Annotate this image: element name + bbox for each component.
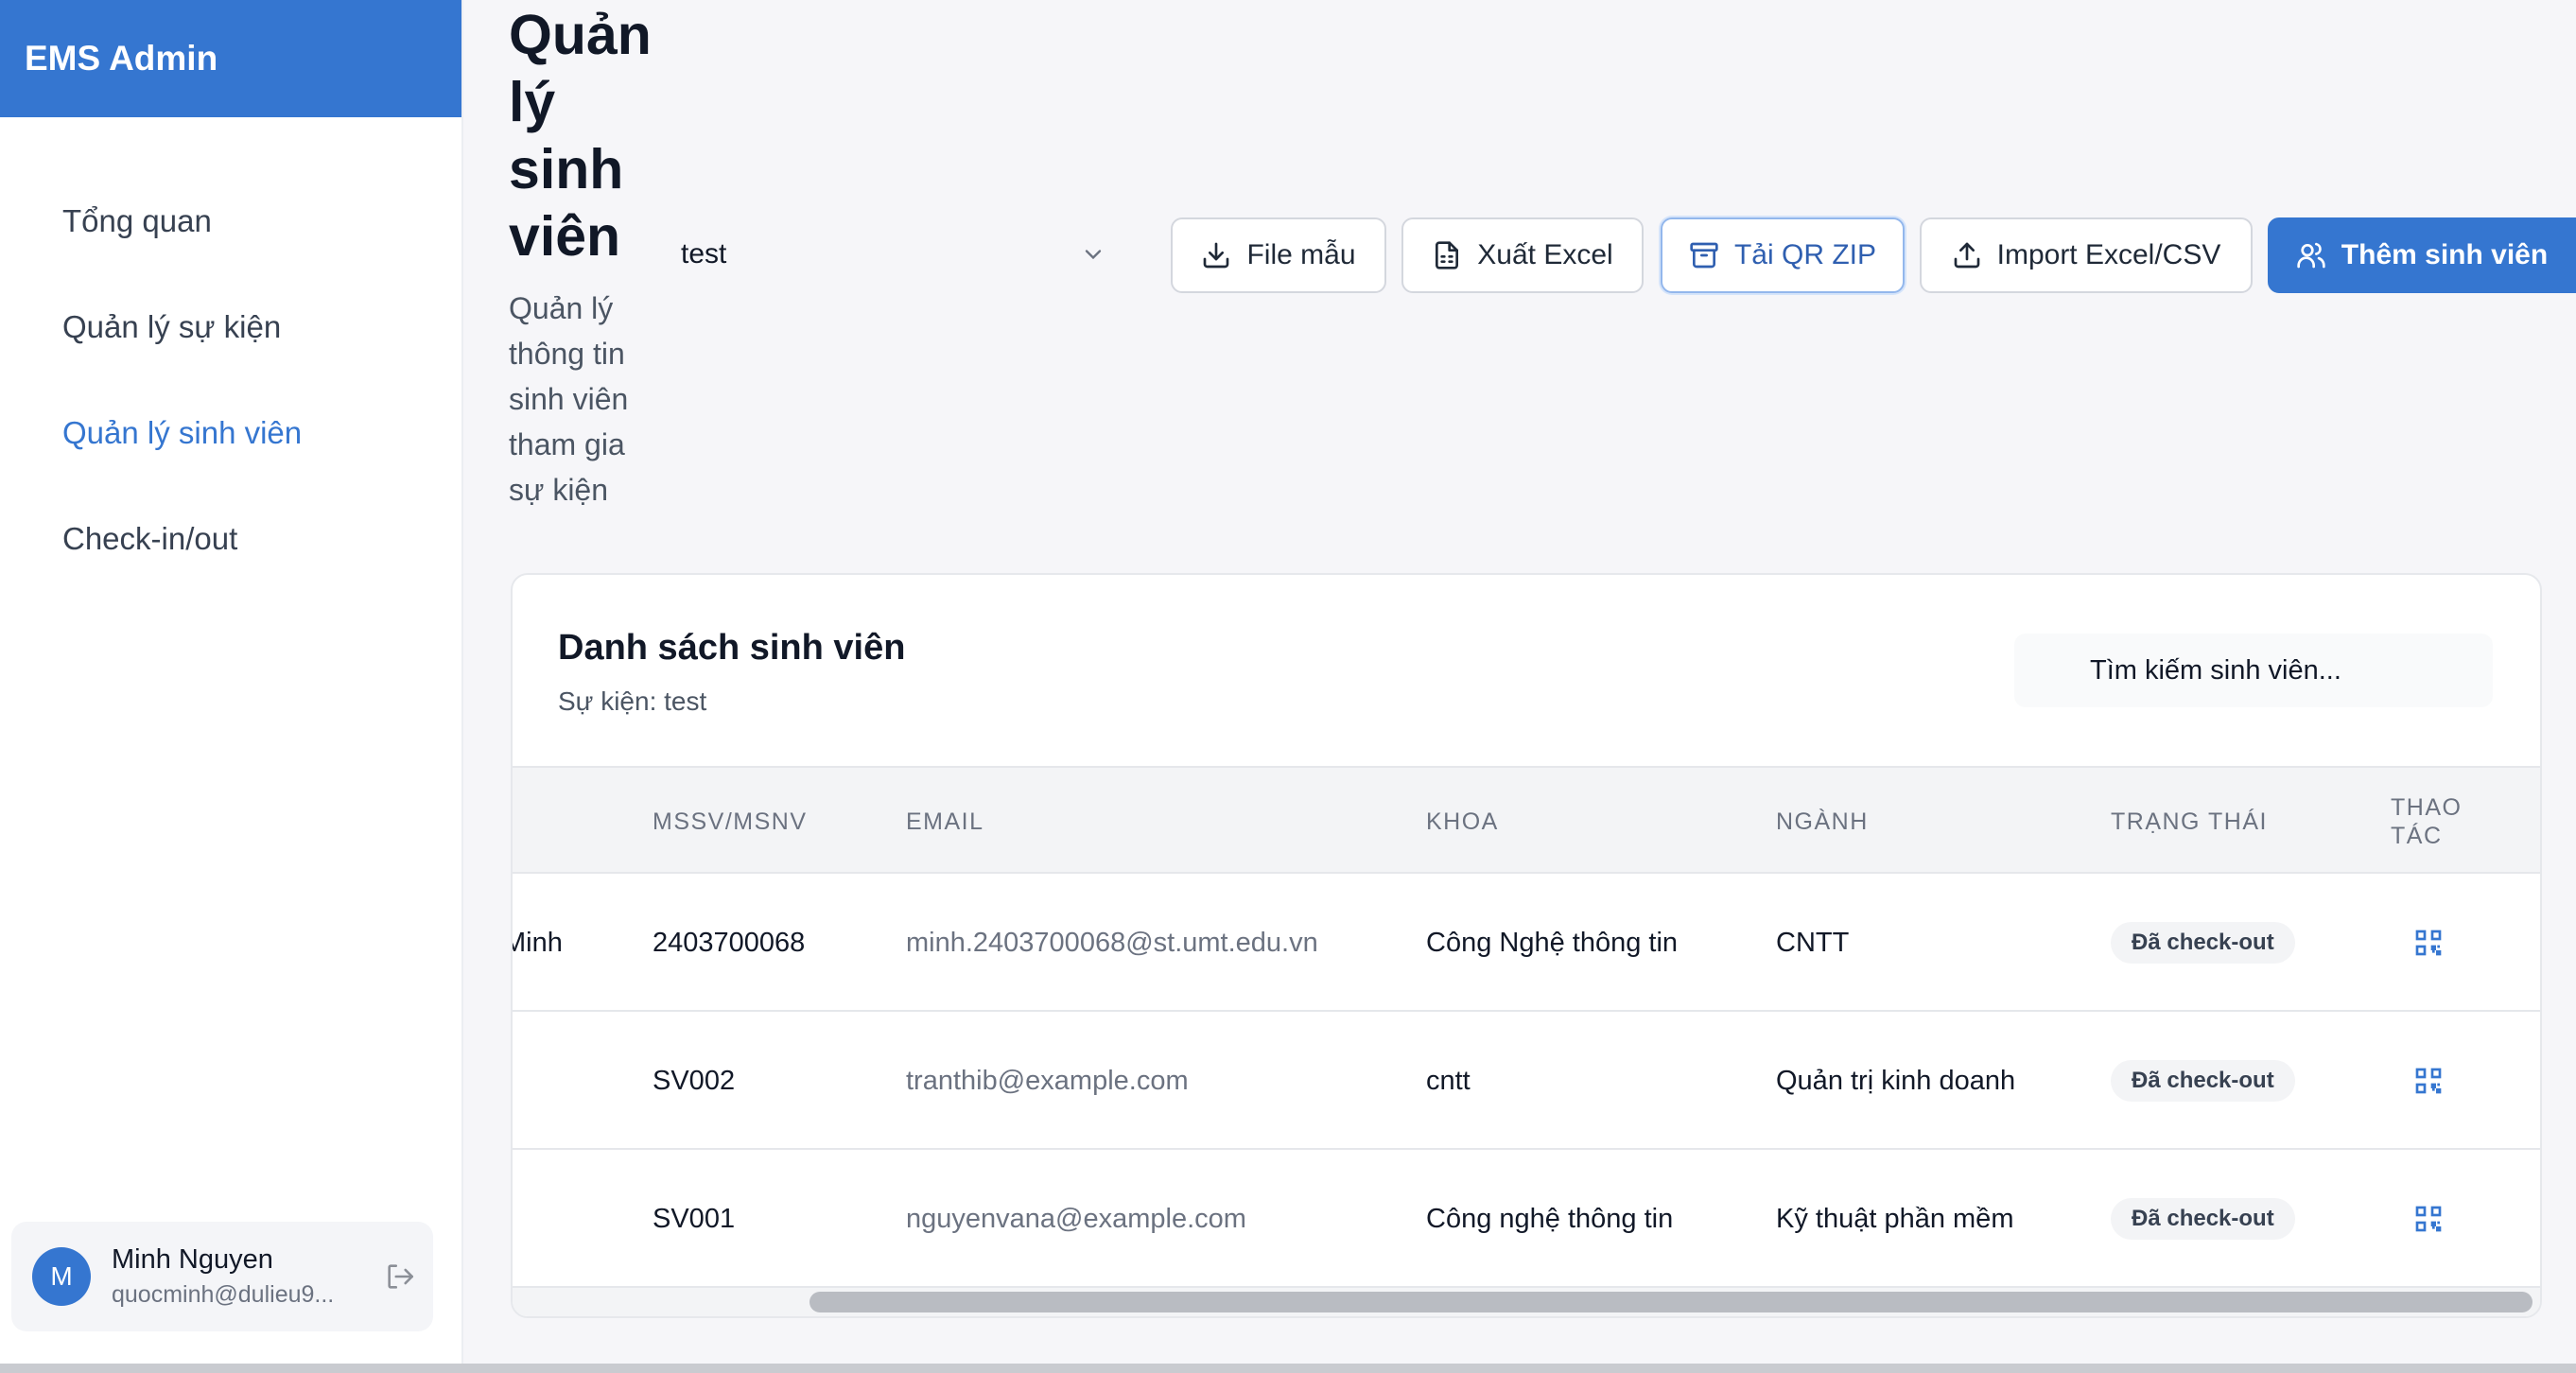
- column-header-status[interactable]: TRẠNG THÁI: [2111, 768, 2268, 876]
- cell-email: nguyenvana@example.com: [906, 1203, 1246, 1234]
- card-subtitle: Sự kiện: test: [558, 686, 707, 716]
- table-header: MSSV/MSNV EMAIL KHOA NGÀNH TRẠNG THÁI TH…: [513, 766, 2540, 874]
- cell-major: Quản trị kinh doanh: [1776, 1065, 2016, 1096]
- user-name: Minh Nguyen: [112, 1244, 273, 1275]
- chevron-down-icon: [1085, 250, 1102, 260]
- cell-major: CNTT: [1776, 927, 1850, 958]
- status-badge: Đã check-out: [2111, 1060, 2295, 1102]
- column-header-major[interactable]: NGÀNH: [1776, 768, 1869, 876]
- users-icon: [2297, 242, 2325, 269]
- table-row[interactable]: SV002 tranthib@example.com cntt Quản trị…: [513, 1012, 2540, 1150]
- import-excel-csv-button[interactable]: Import Excel/CSV: [1920, 217, 2253, 293]
- sidebar-item-students[interactable]: Quản lý sinh viên: [0, 380, 461, 486]
- add-student-button[interactable]: Thêm sinh viên: [2268, 217, 2576, 293]
- cell-status: Đã check-out: [2111, 874, 2295, 1012]
- event-select[interactable]: test: [681, 219, 1116, 289]
- table-row[interactable]: Minh 2403700068 minh.2403700068@st.umt.e…: [513, 874, 2540, 1012]
- brand-logo[interactable]: EMS Admin: [0, 0, 461, 117]
- cell-id: SV001: [653, 1203, 736, 1234]
- cell-faculty: Công Nghệ thông tin: [1426, 927, 1679, 958]
- download-qr-zip-button[interactable]: Tải QR ZIP: [1661, 217, 1905, 293]
- cell-faculty: cntt: [1426, 1065, 1471, 1096]
- table-row[interactable]: SV001 nguyenvana@example.com Công nghệ t…: [513, 1150, 2540, 1288]
- column-header-email[interactable]: EMAIL: [906, 768, 984, 876]
- cell-id: 2403700068: [653, 927, 806, 958]
- download-template-label: File mẫu: [1246, 239, 1356, 270]
- export-excel-label: Xuất Excel: [1477, 239, 1613, 270]
- user-info: Minh Nguyen quocminh@dulieu9...: [112, 1244, 357, 1309]
- event-select-value: test: [681, 238, 727, 269]
- qr-code-icon[interactable]: [2413, 1204, 2444, 1234]
- cell-actions: [2413, 1150, 2444, 1288]
- cell-id: SV002: [653, 1065, 736, 1096]
- column-header-faculty[interactable]: KHOA: [1426, 768, 1499, 876]
- column-header-id[interactable]: MSSV/MSNV: [653, 768, 808, 876]
- sidebar-item-overview[interactable]: Tổng quan: [0, 168, 461, 274]
- student-list-card: Danh sách sinh viên Sự kiện: test Tìm ki…: [511, 573, 2542, 1318]
- download-template-button[interactable]: File mẫu: [1171, 217, 1386, 293]
- download-icon: [1204, 242, 1229, 269]
- download-qr-zip-label: Tải QR ZIP: [1733, 239, 1876, 270]
- cell-actions: [2413, 1012, 2444, 1150]
- qr-code-icon[interactable]: [2413, 1066, 2444, 1096]
- spreadsheet-icon: [1436, 241, 1459, 269]
- archive-icon: [1690, 242, 1718, 269]
- status-badge: Đã check-out: [2111, 1198, 2295, 1240]
- scrollbar-thumb[interactable]: [809, 1292, 2532, 1312]
- cell-email: tranthib@example.com: [906, 1065, 1189, 1096]
- user-card: M Minh Nguyen quocminh@dulieu9...: [11, 1222, 433, 1331]
- avatar: M: [32, 1247, 91, 1306]
- qr-code-icon[interactable]: [2413, 928, 2444, 958]
- sidebar-nav: Tổng quan Quản lý sự kiện Quản lý sinh v…: [0, 168, 461, 592]
- cell-status: Đã check-out: [2111, 1012, 2295, 1150]
- window-bottom-border: [0, 1364, 2576, 1373]
- page-title: Quản lý sinh viên: [509, 4, 652, 268]
- upload-icon: [1954, 242, 1979, 269]
- export-excel-button[interactable]: Xuất Excel: [1401, 217, 1644, 293]
- cell-major: Kỹ thuật phần mềm: [1776, 1203, 2014, 1234]
- cell-name: Minh: [513, 927, 563, 958]
- user-email: quocminh@dulieu9...: [112, 1281, 335, 1308]
- page-subtitle: Quản lý thông tin sinh viên tham gia sự …: [509, 291, 629, 507]
- cell-actions: [2413, 874, 2444, 1012]
- sidebar: EMS Admin Tổng quan Quản lý sự kiện Quản…: [0, 0, 463, 1364]
- add-student-label: Thêm sinh viên: [2341, 239, 2549, 270]
- sidebar-item-events[interactable]: Quản lý sự kiện: [0, 274, 461, 380]
- card-title: Danh sách sinh viên: [558, 628, 906, 668]
- sidebar-item-checkin[interactable]: Check-in/out: [0, 486, 461, 592]
- status-badge: Đã check-out: [2111, 922, 2295, 964]
- import-excel-csv-label: Import Excel/CSV: [1996, 239, 2221, 270]
- horizontal-scrollbar[interactable]: [513, 1288, 2540, 1316]
- logout-icon[interactable]: [384, 1260, 416, 1293]
- cell-email: minh.2403700068@st.umt.edu.vn: [906, 927, 1318, 958]
- cell-faculty: Công nghệ thông tin: [1426, 1203, 1674, 1234]
- column-header-actions: THAO TÁC: [2391, 794, 2463, 849]
- cell-status: Đã check-out: [2111, 1150, 2295, 1288]
- search-input[interactable]: Tìm kiếm sinh viên...: [2014, 634, 2493, 707]
